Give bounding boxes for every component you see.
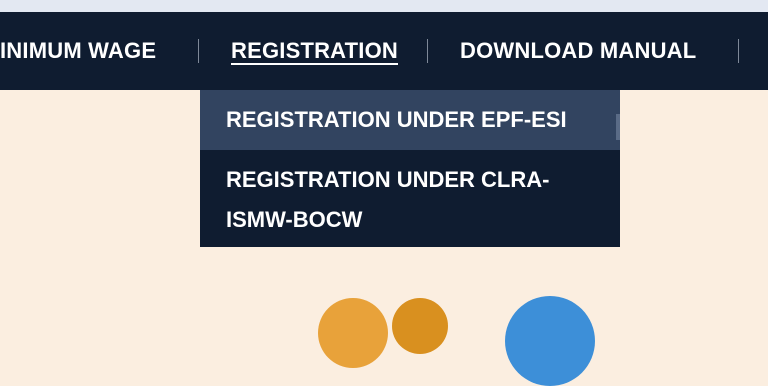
nav-divider (738, 39, 739, 63)
decorative-blue-circle (505, 296, 595, 386)
menu-item-registration-clra-ismw-bocw[interactable]: REGISTRATION UNDER CLRA- ISMW-BOCW (200, 150, 620, 240)
menu-item-label-line2: ISMW-BOCW (226, 207, 363, 232)
menu-item-registration-epf-esi[interactable]: REGISTRATION UNDER EPF-ESI (200, 90, 620, 150)
nav-item-label: INIMUM WAGE (0, 38, 157, 63)
nav-item-label: REGISTRATION (231, 38, 398, 63)
main-navbar: INIMUM WAGE REGISTRATION DOWNLOAD MANUAL (0, 12, 768, 90)
menu-item-label-line1: REGISTRATION UNDER CLRA- (226, 167, 550, 192)
decorative-orange-circle (318, 298, 388, 368)
menu-item-label: REGISTRATION UNDER EPF-ESI (226, 107, 567, 132)
nav-item-registration[interactable]: REGISTRATION (231, 12, 398, 90)
registration-dropdown-menu: REGISTRATION UNDER EPF-ESI REGISTRATION … (200, 90, 620, 247)
nav-divider (427, 39, 428, 63)
hover-indicator (616, 114, 620, 140)
nav-divider (198, 39, 199, 63)
nav-item-label: DOWNLOAD MANUAL (460, 38, 697, 63)
top-strip (0, 0, 768, 12)
nav-item-download-manual[interactable]: DOWNLOAD MANUAL (460, 12, 696, 90)
nav-item-minimum-wage[interactable]: INIMUM WAGE (0, 12, 156, 90)
decorative-orange-circle (392, 298, 448, 354)
